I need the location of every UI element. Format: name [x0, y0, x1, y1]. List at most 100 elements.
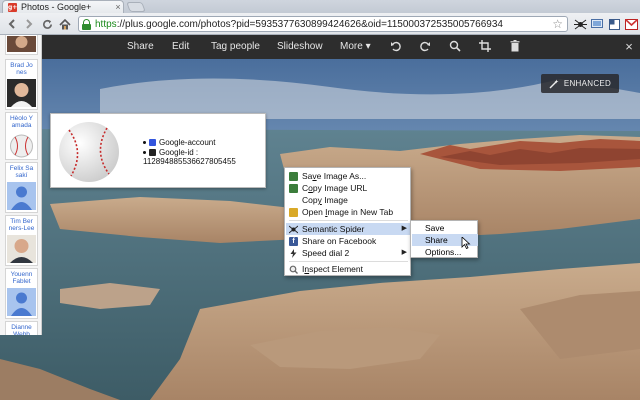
- copy-url-icon: [289, 184, 298, 193]
- open-tab-icon: [289, 208, 298, 217]
- menu-label: Copy Image URL: [302, 183, 368, 193]
- person-name: Hèolo Y amada: [9, 115, 33, 129]
- person-card-youenn-fablet[interactable]: Youenn Fablet: [5, 268, 38, 319]
- default-avatar-icon: [7, 288, 36, 316]
- bullet-icon: [143, 141, 146, 144]
- menu-item-speed-dial-2[interactable]: Speed dial 2 ▶: [286, 247, 411, 259]
- menu-item-inspect-element[interactable]: Inspect Element: [286, 263, 411, 275]
- crop-icon[interactable]: [478, 40, 492, 54]
- google-id-label: Google-id :: [159, 148, 199, 157]
- facebook-icon: f: [289, 237, 298, 246]
- menu-item-share-on-facebook[interactable]: f Share on Facebook: [286, 235, 411, 247]
- google-id-row: Google-id :: [143, 148, 263, 157]
- edit-button[interactable]: Edit: [172, 35, 189, 59]
- browser-tab[interactable]: g+ Photos - Google+ ×: [2, 0, 124, 13]
- back-button[interactable]: [4, 16, 20, 32]
- menu-label: Share on Facebook: [302, 236, 377, 246]
- avatar: [7, 79, 36, 107]
- submenu-arrow-icon: ▶: [401, 225, 407, 232]
- menu-label: Speed dial 2: [302, 248, 350, 258]
- person-card-felix-sasaki[interactable]: Felix Sa sakí: [5, 162, 38, 213]
- tab-strip: g+ Photos - Google+ ×: [0, 0, 640, 13]
- menu-separator: [289, 261, 408, 262]
- tab-title: Photos - Google+: [21, 2, 92, 12]
- person-card-dianne-webb[interactable]: Dianne Webb: [5, 321, 38, 335]
- google-account-label: Google-account: [159, 138, 216, 147]
- person-card-hoelo-yamada[interactable]: Hèolo Y amada: [5, 112, 38, 160]
- baseball-avatar: [10, 134, 33, 158]
- menu-label: Inspect Element: [302, 264, 363, 274]
- home-button[interactable]: [57, 16, 73, 32]
- person-name: Youenn Fablet: [10, 271, 33, 285]
- menu-item-semantic-spider[interactable]: Semantic Spider ▶: [286, 223, 411, 235]
- submenu-item-save[interactable]: Save: [412, 222, 478, 234]
- default-avatar-icon: [7, 182, 36, 210]
- rotate-left-icon[interactable]: [389, 40, 403, 54]
- person-name: Dianne Webb: [11, 324, 32, 335]
- menu-label: Save Image As...: [302, 171, 367, 181]
- close-viewer-icon[interactable]: ×: [622, 40, 636, 54]
- reload-button[interactable]: [39, 16, 55, 32]
- save-image-icon: [289, 172, 298, 181]
- tab-close-icon[interactable]: ×: [113, 2, 123, 12]
- people-sidebar: Brad Jo nes Hèolo Y amada Felix Sa sakí …: [0, 35, 42, 335]
- bookmark-star-icon[interactable]: ☆: [552, 17, 563, 31]
- menu-separator: [289, 220, 408, 221]
- spider-icon: [288, 225, 299, 234]
- id-icon: [149, 149, 156, 156]
- enhanced-badge[interactable]: ENHANCED: [541, 74, 619, 93]
- window-extension-icon[interactable]: [607, 17, 621, 31]
- baseball-image: [59, 122, 119, 182]
- tag-people-button[interactable]: Tag people: [211, 35, 260, 59]
- google-account-row[interactable]: Google-account: [143, 138, 263, 147]
- avatar: [7, 36, 36, 52]
- chevron-down-icon: ▾: [365, 41, 371, 52]
- new-tab-button[interactable]: [126, 2, 146, 12]
- person-name: Tim Ber ners-Lee: [8, 218, 35, 232]
- home-icon: [59, 18, 71, 29]
- zoom-icon[interactable]: [448, 40, 462, 54]
- lightning-icon: [289, 249, 298, 258]
- menu-item-copy-image-url[interactable]: Copy Image URL: [286, 182, 411, 194]
- url-scheme: https: [95, 18, 117, 30]
- person-card-tim-berners-lee[interactable]: Tim Ber ners-Lee: [5, 215, 38, 266]
- google-id-value: 112894885536627805455: [143, 157, 236, 166]
- account-info-list: Google-account Google-id : 1128948855366…: [143, 138, 263, 166]
- rotate-right-icon[interactable]: [418, 40, 432, 54]
- browser-toolbar: https ://plus.google.com/photos?pid=5935…: [0, 13, 640, 35]
- forward-arrow-icon: [26, 19, 33, 29]
- menu-item-copy-image[interactable]: Copy Image: [286, 194, 411, 206]
- gmail-icon[interactable]: [624, 17, 638, 31]
- mouse-pointer-icon: [461, 237, 471, 249]
- magic-wand-icon: [549, 79, 559, 88]
- menu-item-save-image-as[interactable]: Save Image As...: [286, 170, 411, 182]
- person-card-brad-jones[interactable]: Brad Jo nes: [5, 59, 38, 110]
- address-bar[interactable]: https ://plus.google.com/photos?pid=5935…: [78, 16, 568, 32]
- trash-icon[interactable]: [508, 40, 522, 54]
- photo-toolbar: Share Edit Tag people Slideshow More ▾ ×: [0, 35, 640, 59]
- lock-icon: [82, 18, 91, 30]
- more-menu-button[interactable]: More ▾: [340, 35, 371, 59]
- context-menu: Save Image As... Copy Image URL Copy Ima…: [284, 167, 411, 276]
- menu-label: Copy Image: [302, 195, 348, 205]
- google-account-icon: [149, 139, 156, 146]
- screen-extension-icon[interactable]: [590, 17, 604, 31]
- enhanced-label: ENHANCED: [563, 79, 612, 88]
- submenu-arrow-icon: ▶: [401, 249, 407, 256]
- slideshow-button[interactable]: Slideshow: [277, 35, 323, 59]
- menu-item-open-image-in-new-tab[interactable]: Open Image in New Tab: [286, 206, 411, 218]
- share-button[interactable]: Share: [127, 35, 154, 59]
- magnifier-icon: [289, 265, 298, 274]
- back-arrow-icon: [8, 19, 15, 29]
- person-name: Brad Jo nes: [10, 62, 33, 76]
- person-name: Felix Sa sakí: [9, 165, 34, 179]
- spider-extension-icon[interactable]: [573, 17, 587, 31]
- more-label: More: [340, 41, 363, 52]
- forward-button[interactable]: [21, 16, 37, 32]
- google-plus-favicon-icon: g+: [8, 2, 18, 12]
- semantic-spider-hovercard: Google-account Google-id : 1128948855366…: [50, 113, 266, 188]
- bullet-icon: [143, 151, 146, 154]
- avatar: [7, 235, 36, 263]
- reload-icon: [42, 19, 52, 29]
- person-card-partial[interactable]: [5, 35, 38, 55]
